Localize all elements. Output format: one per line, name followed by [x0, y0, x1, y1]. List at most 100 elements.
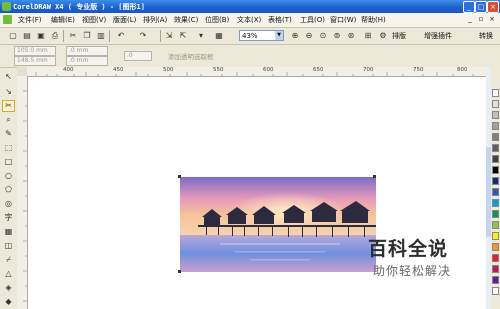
rotation-angle-field[interactable]: .0 — [124, 51, 152, 61]
doc-close-button[interactable]: × — [488, 15, 496, 23]
undo-icon[interactable]: ↶ — [116, 31, 126, 41]
color-swatch[interactable] — [492, 265, 499, 273]
color-swatch[interactable] — [492, 287, 499, 295]
paste-icon[interactable]: ▥ — [96, 31, 106, 41]
zoom-page-icon[interactable]: ⊛ — [346, 31, 356, 41]
shape-tool-icon[interactable]: ↘ — [3, 87, 14, 97]
export-icon[interactable]: ⇱ — [178, 31, 188, 41]
selection-handle[interactable] — [373, 175, 376, 178]
position-y-field[interactable]: 148.5 mm — [14, 56, 56, 66]
title-bar: CorelDRAW X4 ( 专业版 ) - [图形1] _ □ × — [0, 0, 500, 13]
color-swatch[interactable] — [492, 276, 499, 284]
color-swatch[interactable] — [492, 111, 499, 119]
standard-toolbar: ▢ ▤ ▣ ⎙ ✂ ❐ ▥ ↶ ↷ ⇲ ⇱ ▾ ▦ 43% ▼ ⊕ ⊖ ⊙ ⊚ … — [0, 28, 500, 45]
save-icon[interactable]: ▣ — [36, 31, 46, 41]
selection-handle[interactable] — [178, 175, 181, 178]
polygon-tool-icon[interactable]: ⬠ — [3, 185, 14, 195]
doc-minimize-button[interactable]: _ — [466, 15, 474, 23]
color-swatch[interactable] — [492, 243, 499, 251]
menu-view[interactable]: 视图(V) — [82, 15, 106, 25]
menu-bitmaps[interactable]: 位图(B) — [205, 15, 229, 25]
table-tool-icon[interactable]: ▦ — [3, 227, 14, 237]
color-swatch[interactable] — [492, 188, 499, 196]
color-swatch[interactable] — [492, 89, 499, 97]
zoom-selected-icon[interactable]: ⊙ — [318, 31, 328, 41]
zoom-level-select[interactable]: 43% ▼ — [239, 30, 284, 41]
color-swatch[interactable] — [492, 254, 499, 262]
menu-tools[interactable]: 工具(O) — [300, 15, 325, 25]
color-swatch[interactable] — [492, 122, 499, 130]
selection-handle[interactable] — [178, 270, 181, 273]
width-field[interactable]: .0 mm — [66, 46, 108, 56]
enhance-plugin-button[interactable]: 增强插件 — [424, 31, 452, 41]
interactive-blend-tool-icon[interactable]: ◫ — [3, 241, 14, 251]
color-swatch[interactable] — [492, 144, 499, 152]
menu-window[interactable]: 窗口(W) — [330, 15, 356, 25]
crop-tool-icon[interactable]: ✂ — [2, 100, 15, 112]
toolbox: ↖ ↘ ✂ ⌕ ✎ ⬚ □ ○ ⬠ ◎ 字 ▦ ◫ ⌿ △ ◈ ◆ — [0, 68, 18, 309]
zoom-level-value: 43% — [242, 32, 258, 40]
horizontal-ruler[interactable]: 400 450 500 550 600 650 700 750 800 — [27, 67, 486, 77]
basic-shapes-tool-icon[interactable]: ◎ — [3, 199, 14, 209]
menu-edit[interactable]: 编辑(E) — [51, 15, 75, 25]
color-swatch[interactable] — [492, 133, 499, 141]
convert-button[interactable]: 转换 — [479, 31, 493, 41]
application-launcher-icon[interactable]: ▾ — [196, 31, 206, 41]
redo-icon[interactable]: ↷ — [138, 31, 148, 41]
menu-effects[interactable]: 效果(C) — [174, 15, 198, 25]
color-swatch[interactable] — [492, 100, 499, 108]
eyedropper-tool-icon[interactable]: ⌿ — [3, 255, 14, 265]
color-swatch[interactable] — [492, 155, 499, 163]
import-icon[interactable]: ⇲ — [164, 31, 174, 41]
interactive-fill-tool-icon[interactable]: ◆ — [3, 297, 14, 307]
ellipse-tool-icon[interactable]: ○ — [3, 171, 14, 181]
bitmap-image[interactable] — [180, 177, 376, 272]
layout-button[interactable]: 排版 — [392, 31, 406, 41]
zoom-in-icon[interactable]: ⊕ — [290, 31, 300, 41]
menu-layout[interactable]: 版面(L) — [113, 15, 136, 25]
snap-icon[interactable]: ⊞ — [363, 31, 373, 41]
height-field[interactable]: .0 mm — [66, 56, 108, 66]
text-tool-icon[interactable]: 字 — [3, 213, 14, 223]
print-icon[interactable]: ⎙ — [50, 31, 60, 41]
fill-tool-icon[interactable]: ◈ — [3, 283, 14, 293]
pick-tool-icon[interactable]: ↖ — [3, 72, 14, 82]
zoom-tool-icon[interactable]: ⌕ — [3, 115, 14, 125]
options-icon[interactable]: ⚙ — [378, 31, 388, 41]
doc-restore-button[interactable]: ▫ — [477, 15, 485, 23]
document-icon[interactable] — [3, 15, 12, 24]
close-button[interactable]: × — [487, 1, 499, 13]
ruler-label: 550 — [213, 67, 224, 73]
new-icon[interactable]: ▢ — [8, 31, 18, 41]
color-swatch[interactable] — [492, 221, 499, 229]
chevron-down-icon[interactable]: ▼ — [275, 31, 283, 40]
vertical-ruler[interactable] — [17, 76, 28, 309]
menu-text[interactable]: 文本(X) — [237, 15, 261, 25]
position-x-field[interactable]: 105.0 mm — [14, 46, 56, 56]
minimize-button[interactable]: _ — [463, 1, 475, 13]
cut-icon[interactable]: ✂ — [68, 31, 78, 41]
smart-fill-tool-icon[interactable]: ⬚ — [3, 143, 14, 153]
copy-icon[interactable]: ❐ — [82, 31, 92, 41]
menu-bar: 文件(F) 编辑(E) 视图(V) 版面(L) 排列(A) 效果(C) 位图(B… — [0, 13, 500, 28]
menu-arrange[interactable]: 排列(A) — [143, 15, 167, 25]
freehand-tool-icon[interactable]: ✎ — [3, 129, 14, 139]
open-icon[interactable]: ▤ — [22, 31, 32, 41]
zoom-out-icon[interactable]: ⊖ — [304, 31, 314, 41]
ruler-label: 700 — [363, 67, 374, 73]
color-swatch[interactable] — [492, 232, 499, 240]
zoom-all-icon[interactable]: ⊚ — [332, 31, 342, 41]
menu-help[interactable]: 帮助(H) — [361, 15, 386, 25]
property-bar: 105.0 mm 148.5 mm .0 mm .0 mm .0 添加透明选取框 — [0, 45, 500, 68]
welcome-screen-icon[interactable]: ▦ — [214, 31, 224, 41]
menu-file[interactable]: 文件(F) — [18, 15, 42, 25]
outline-tool-icon[interactable]: △ — [3, 269, 14, 279]
watermark-subtitle: 助你轻松解决 — [373, 264, 452, 278]
color-swatch[interactable] — [492, 177, 499, 185]
rectangle-tool-icon[interactable]: □ — [3, 157, 14, 167]
color-swatch[interactable] — [492, 166, 499, 174]
color-swatch[interactable] — [492, 210, 499, 218]
maximize-button[interactable]: □ — [475, 1, 487, 13]
color-swatch[interactable] — [492, 199, 499, 207]
menu-table[interactable]: 表格(T) — [268, 15, 292, 25]
